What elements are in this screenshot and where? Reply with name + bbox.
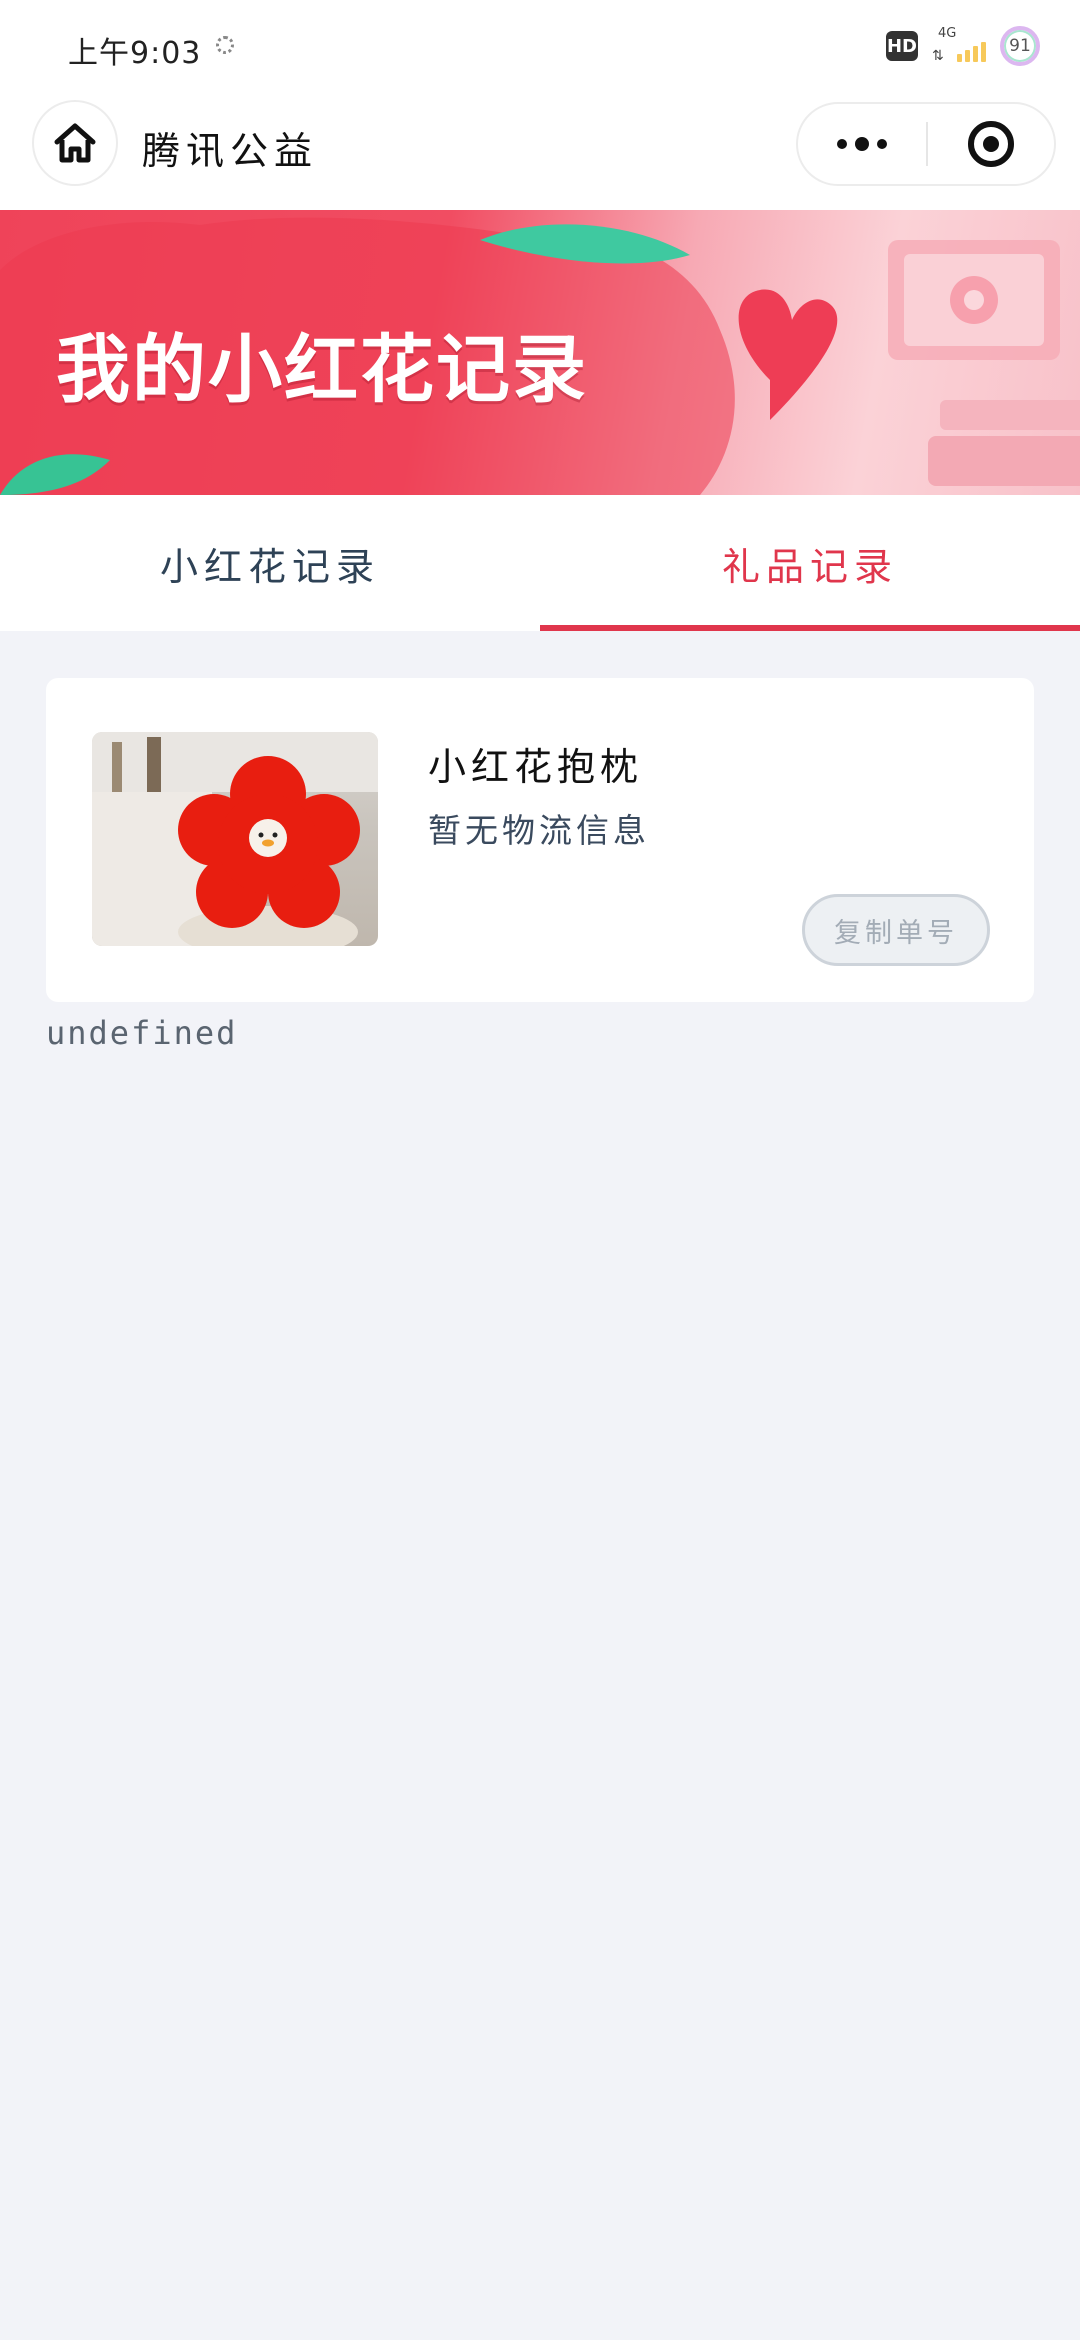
capsule-menu [796, 102, 1056, 186]
logistics-status: 暂无物流信息 [428, 811, 650, 850]
battery-icon: 91 [1000, 26, 1040, 66]
home-button[interactable] [32, 100, 118, 186]
hd-icon: HD [886, 31, 918, 61]
gift-image [92, 732, 378, 946]
gift-card: 小红花抱枕 暂无物流信息 复制单号 [46, 678, 1034, 1002]
copy-tracking-number-button[interactable]: 复制单号 [802, 894, 990, 966]
banner: 我的小红花记录 [0, 210, 1080, 495]
footer-text: undefined [46, 1014, 238, 1052]
flower-pillow-image [92, 732, 378, 946]
tab-flower-records[interactable]: 小红花记录 [0, 495, 540, 631]
loading-icon [216, 36, 234, 54]
status-time: 上午9:03 [68, 36, 202, 71]
signal-icon: 4G ⇅ [932, 26, 986, 66]
nav-bar: 腾讯公益 [0, 96, 1080, 210]
network-type: 4G [938, 26, 957, 41]
tab-bar: 小红花记录 礼品记录 [0, 495, 1080, 631]
status-icons: HD 4G ⇅ 91 [886, 26, 1040, 66]
close-mini-program-icon [968, 121, 1014, 167]
page-title: 腾讯公益 [142, 129, 319, 173]
more-button[interactable] [798, 137, 926, 151]
gift-name: 小红花抱枕 [428, 745, 644, 789]
status-bar: 上午9:03 HD 4G ⇅ 91 [0, 0, 1080, 96]
tab-gift-records[interactable]: 礼品记录 [540, 495, 1080, 631]
battery-level: 91 [1009, 36, 1031, 56]
close-mini-program-button[interactable] [928, 121, 1054, 167]
home-icon [54, 123, 96, 163]
more-icon [837, 139, 847, 149]
banner-title: 我的小红花记录 [56, 327, 588, 413]
